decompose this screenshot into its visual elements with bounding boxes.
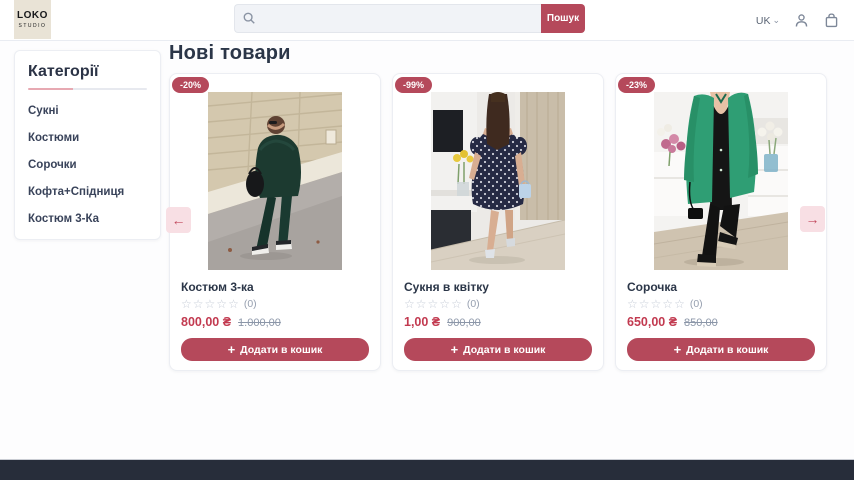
search-bar: Пошук xyxy=(234,4,585,33)
product-name[interactable]: Сорочка xyxy=(627,280,815,294)
product-old-price: 1.000,00 xyxy=(238,317,281,329)
logo[interactable]: LOKO STUDIO xyxy=(14,0,51,39)
product-info: Сукня в квітку ☆☆☆☆☆ (0) 1,00 ₴ 900,00 xyxy=(393,280,603,329)
plus-icon: + xyxy=(451,343,459,356)
product-info: Сорочка ☆☆☆☆☆ (0) 650,00 ₴ 850,00 xyxy=(616,280,826,329)
category-list: Сукні Костюми Сорочки Кофта+Спідниця Костюм … xyxy=(28,105,147,225)
search-button[interactable]: Пошук xyxy=(541,4,585,33)
product-price: 650,00 ₴ xyxy=(627,315,677,329)
star-icon: ☆ xyxy=(416,298,427,310)
product-price: 1,00 ₴ xyxy=(404,315,440,329)
add-to-cart-button[interactable]: + Додати в кошик xyxy=(181,338,369,361)
account-icon[interactable] xyxy=(793,12,810,29)
photo-suit-3ka xyxy=(208,92,342,270)
top-bar: LOKO STUDIO Пошук UK ⌄ xyxy=(0,0,854,41)
product-rating: ☆☆☆☆☆ (0) xyxy=(627,298,815,310)
photo-dress-flowers xyxy=(431,92,565,270)
product-card[interactable]: -23% xyxy=(615,73,827,371)
star-icon: ☆ xyxy=(228,298,239,310)
star-icon: ☆ xyxy=(439,298,450,310)
star-icon: ☆ xyxy=(662,298,673,310)
star-icon: ☆ xyxy=(451,298,462,310)
language-label: UK xyxy=(756,15,771,27)
carousel-prev-button[interactable]: ← xyxy=(166,207,191,233)
plus-icon: + xyxy=(674,343,682,356)
categories-panel: Категорії Сукні Костюми Сорочки Кофта+Спідн… xyxy=(14,50,161,240)
product-photo[interactable] xyxy=(208,92,342,270)
page-title: Нові товари xyxy=(169,42,829,65)
star-icon: ☆ xyxy=(205,298,216,310)
carousel-next-button[interactable]: → xyxy=(800,206,825,232)
product-old-price: 850,00 xyxy=(684,317,718,329)
product-prices: 1,00 ₴ 900,00 xyxy=(404,315,592,329)
product-old-price: 900,00 xyxy=(447,317,481,329)
sidebar-item-1[interactable]: Костюми xyxy=(28,132,147,144)
rating-count: (0) xyxy=(244,298,257,310)
product-carousel: -20% Костюм 3-ка ☆☆☆☆☆ xyxy=(169,73,829,371)
plus-icon: + xyxy=(228,343,236,356)
product-photo[interactable] xyxy=(431,92,565,270)
star-icon: ☆ xyxy=(639,298,650,310)
categories-title: Категорії xyxy=(28,63,147,81)
add-to-cart-button[interactable]: + Додати в кошик xyxy=(404,338,592,361)
sidebar-item-3[interactable]: Кофта+Спідниця xyxy=(28,186,147,198)
rating-count: (0) xyxy=(467,298,480,310)
discount-badge: -23% xyxy=(618,77,655,93)
logo-subtitle: STUDIO xyxy=(19,23,47,29)
product-rating: ☆☆☆☆☆ (0) xyxy=(181,298,369,310)
cart-icon[interactable] xyxy=(823,12,840,29)
star-icon: ☆ xyxy=(216,298,227,310)
product-card[interactable]: -20% Костюм 3-ка ☆☆☆☆☆ xyxy=(169,73,381,371)
language-selector[interactable]: UK ⌄ xyxy=(756,15,780,27)
add-to-cart-label: Додати в кошик xyxy=(686,344,768,356)
star-icon: ☆ xyxy=(181,298,192,310)
sidebar-item-4[interactable]: Костюм 3-Ка xyxy=(28,213,147,225)
chevron-down-icon: ⌄ xyxy=(772,16,780,25)
sidebar-item-0[interactable]: Сукні xyxy=(28,105,147,117)
product-name[interactable]: Костюм 3-ка xyxy=(181,280,369,294)
rating-stars: ☆☆☆☆☆ xyxy=(181,298,239,310)
product-price: 800,00 ₴ xyxy=(181,315,231,329)
product-name[interactable]: Сукня в квітку xyxy=(404,280,592,294)
footer xyxy=(0,459,854,480)
categories-divider xyxy=(28,88,147,90)
discount-badge: -99% xyxy=(395,77,432,93)
rating-stars: ☆☆☆☆☆ xyxy=(404,298,462,310)
star-icon: ☆ xyxy=(674,298,685,310)
star-icon: ☆ xyxy=(404,298,415,310)
star-icon: ☆ xyxy=(627,298,638,310)
star-icon: ☆ xyxy=(651,298,662,310)
rating-stars: ☆☆☆☆☆ xyxy=(627,298,685,310)
sidebar-item-2[interactable]: Сорочки xyxy=(28,159,147,171)
product-info: Костюм 3-ка ☆☆☆☆☆ (0) 800,00 ₴ 1.000,00 xyxy=(170,280,380,329)
photo-shirt-green xyxy=(654,92,788,270)
product-photo[interactable] xyxy=(654,92,788,270)
new-products-section: Нові товари -20% Костюм 3-ка xyxy=(169,42,829,371)
search-input[interactable] xyxy=(234,4,541,33)
rating-count: (0) xyxy=(690,298,703,310)
star-icon: ☆ xyxy=(428,298,439,310)
product-prices: 800,00 ₴ 1.000,00 xyxy=(181,315,369,329)
add-to-cart-button[interactable]: + Додати в кошик xyxy=(627,338,815,361)
discount-badge: -20% xyxy=(172,77,209,93)
product-rating: ☆☆☆☆☆ (0) xyxy=(404,298,592,310)
product-card[interactable]: -99% xyxy=(392,73,604,371)
product-prices: 650,00 ₴ 850,00 xyxy=(627,315,815,329)
star-icon: ☆ xyxy=(193,298,204,310)
logo-title: LOKO xyxy=(17,11,48,21)
header-actions: UK ⌄ xyxy=(756,0,840,41)
search-icon xyxy=(242,11,256,25)
add-to-cart-label: Додати в кошик xyxy=(463,344,545,356)
add-to-cart-label: Додати в кошик xyxy=(240,344,322,356)
